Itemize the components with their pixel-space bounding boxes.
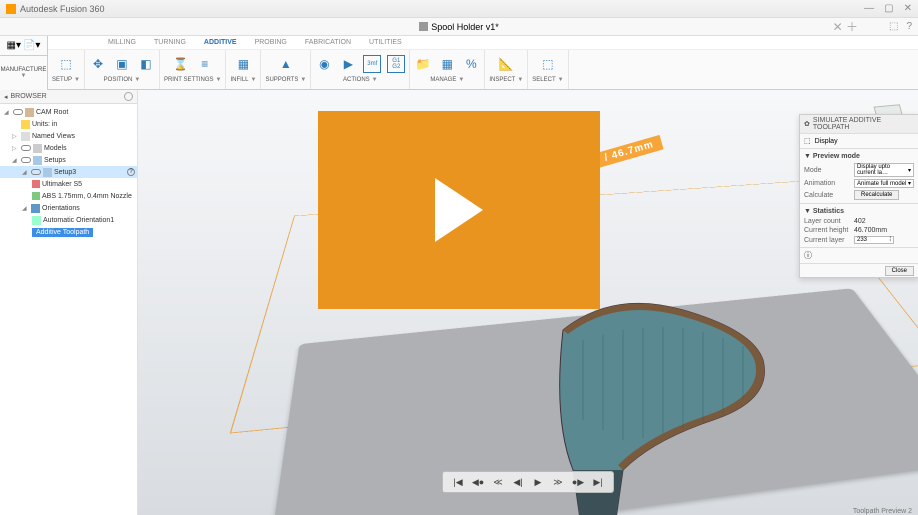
- doc-bar: Spool Holder v1* ✕ ＋ ⬚ ?: [0, 18, 918, 36]
- ext-icon[interactable]: ⬚: [889, 21, 898, 32]
- folder-icon[interactable]: 📁: [414, 55, 432, 73]
- pb-play[interactable]: ▶: [531, 475, 545, 489]
- tree-material[interactable]: ABS 1.75mm, 0.4mm Nozzle: [0, 190, 137, 202]
- tab-utilities[interactable]: UTILITIES: [369, 39, 402, 46]
- setup-icon[interactable]: ⬚: [57, 55, 75, 73]
- measure-icon[interactable]: 📐: [497, 55, 515, 73]
- select-icon[interactable]: ⬚: [539, 55, 557, 73]
- cur-height-val: 46.700mm: [854, 227, 887, 234]
- data-panel-icon[interactable]: ▦▾: [7, 40, 21, 51]
- status-text: Toolpath Preview 2: [853, 508, 912, 515]
- pb-start[interactable]: |◀: [451, 475, 465, 489]
- tab-turning[interactable]: TURNING: [154, 39, 186, 46]
- video-play-overlay[interactable]: [318, 111, 600, 309]
- minimize-icon[interactable]: —: [864, 3, 874, 14]
- doc-cube-icon: [419, 22, 428, 31]
- tree-setups[interactable]: ◢Setups: [0, 154, 137, 166]
- app-logo-icon: [6, 4, 16, 14]
- tab-fabrication[interactable]: FABRICATION: [305, 39, 351, 46]
- browser-panel: ◂BROWSER ◢CAM Root Units: in ▷Named View…: [0, 90, 138, 515]
- tree-models[interactable]: ▷Models: [0, 142, 137, 154]
- play-triangle-icon: [435, 178, 483, 242]
- ribbon-tabs: MILLING TURNING ADDITIVE PROBING FABRICA…: [48, 36, 918, 50]
- tree-units[interactable]: Units: in: [0, 118, 137, 130]
- help-icon[interactable]: ?: [906, 21, 912, 32]
- browser-opts-icon[interactable]: [124, 92, 133, 101]
- infill-icon[interactable]: ▦: [234, 55, 252, 73]
- pb-step-back[interactable]: ◀|: [511, 475, 525, 489]
- gen-icon[interactable]: ◉: [315, 55, 333, 73]
- sim-panel: ✿SIMULATE ADDITIVE TOOLPATH ⬚Display ▼ P…: [799, 114, 918, 278]
- tab-milling[interactable]: MILLING: [108, 39, 136, 46]
- grid-icon[interactable]: ▦: [438, 55, 456, 73]
- sim-icon[interactable]: ▶: [339, 55, 357, 73]
- playback-bar: |◀ ◀● ≪ ◀| ▶ ≫ ●▶ ▶|: [442, 471, 614, 493]
- pb-prev-op[interactable]: ◀●: [471, 475, 485, 489]
- extrude-icon[interactable]: ⌛: [172, 55, 190, 73]
- ribbon: ⬚SETUP▼ ✥▣◧POSITION▼ ⌛≡PRINT SETTINGS▼ ▦…: [48, 50, 918, 90]
- layers-icon[interactable]: ≡: [196, 55, 214, 73]
- mode-select[interactable]: Display upto current la…▾: [854, 163, 914, 177]
- tree-orientations[interactable]: ◢Orientations: [0, 202, 137, 214]
- browser-title: BROWSER: [11, 93, 47, 100]
- layer-count-val: 402: [854, 218, 866, 225]
- display-icon: ⬚: [804, 137, 811, 145]
- pct-icon[interactable]: %: [462, 55, 480, 73]
- anim-select[interactable]: Animate full model▾: [854, 179, 914, 188]
- tree-auto-orient[interactable]: Automatic Orientation1: [0, 214, 137, 226]
- support-icon[interactable]: ▲: [277, 55, 295, 73]
- move-icon[interactable]: ✥: [89, 55, 107, 73]
- clone-icon[interactable]: ▣: [113, 55, 131, 73]
- pb-rewind[interactable]: ≪: [491, 475, 505, 489]
- panel-title: SIMULATE ADDITIVE TOOLPATH: [813, 117, 914, 131]
- pb-end[interactable]: ▶|: [591, 475, 605, 489]
- tree-toolpath[interactable]: Additive Toolpath: [0, 226, 137, 238]
- tree-named-views[interactable]: ▷Named Views: [0, 130, 137, 142]
- window-controls: — ▢ ✕: [864, 3, 912, 14]
- tab-probing[interactable]: PROBING: [255, 39, 287, 46]
- doc-tab[interactable]: Spool Holder v1*: [419, 22, 499, 32]
- doc-name: Spool Holder v1*: [431, 22, 499, 32]
- g1-icon[interactable]: G1G2: [387, 55, 405, 73]
- cur-layer-spin[interactable]: 233⁞: [854, 236, 894, 244]
- file-menu-icon[interactable]: 📄▾: [23, 40, 40, 51]
- tree-setup3[interactable]: ◢Setup3?: [0, 166, 137, 178]
- tree-printer[interactable]: Ultimaker S5: [0, 178, 137, 190]
- tab-additive[interactable]: ADDITIVE: [204, 39, 237, 46]
- add-tab-icon[interactable]: ✕ ＋: [833, 18, 858, 35]
- tree-cam-root[interactable]: ◢CAM Root: [0, 106, 137, 118]
- close-icon[interactable]: ✕: [904, 3, 912, 14]
- app-title: Autodesk Fusion 360: [20, 4, 105, 14]
- recalc-button[interactable]: Recalculate: [854, 190, 899, 200]
- pb-next-op[interactable]: ●▶: [571, 475, 585, 489]
- info-icon[interactable]: ⓘ: [804, 251, 812, 260]
- orient-icon[interactable]: ◧: [137, 55, 155, 73]
- 3mf-icon[interactable]: 3mf: [363, 55, 381, 73]
- pb-fwd[interactable]: ≫: [551, 475, 565, 489]
- maximize-icon[interactable]: ▢: [884, 3, 893, 14]
- title-bar: Autodesk Fusion 360 — ▢ ✕: [0, 0, 918, 18]
- close-button[interactable]: Close: [885, 266, 914, 276]
- gear-icon: ✿: [804, 120, 810, 128]
